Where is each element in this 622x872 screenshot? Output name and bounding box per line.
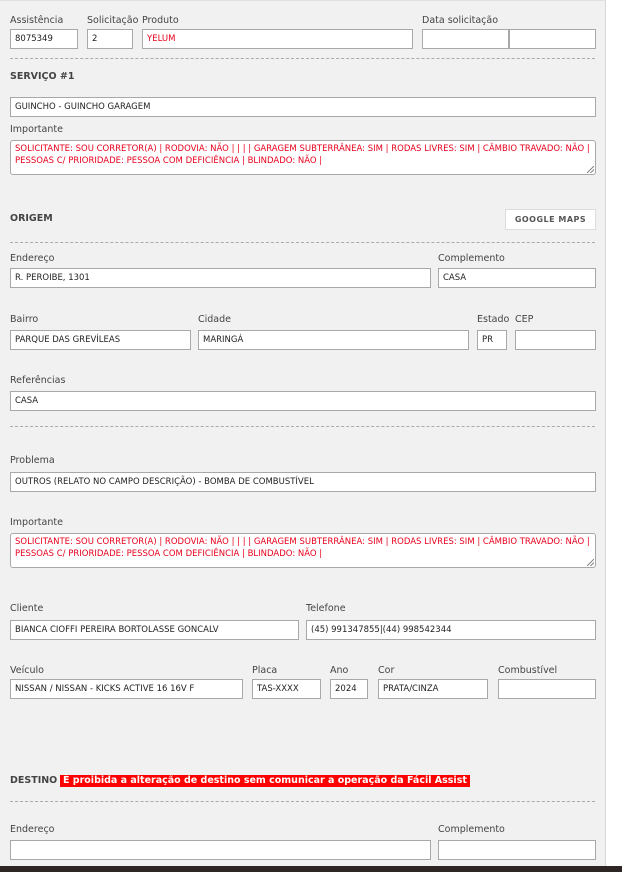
placa-field[interactable]: TAS-XXXX bbox=[252, 679, 321, 699]
resize-handle-icon[interactable] bbox=[587, 559, 594, 566]
telefone-label: Telefone bbox=[306, 603, 346, 614]
cor-field[interactable]: PRATA/CINZA bbox=[378, 679, 488, 699]
bairro-field[interactable]: PARQUE DAS GREVÍLEAS bbox=[10, 330, 191, 350]
destino-warning: É proibida a alteração de destino sem co… bbox=[60, 775, 470, 787]
referencias-field[interactable]: CASA bbox=[10, 391, 596, 411]
origem-endereco-label: Endereço bbox=[10, 253, 55, 264]
problema-importante-textarea[interactable]: SOLICITANTE: SOU CORRETOR(A) | RODOVIA: … bbox=[10, 533, 596, 568]
cidade-label: Cidade bbox=[198, 314, 231, 325]
data-solicitacao-label: Data solicitação bbox=[422, 15, 499, 26]
estado-label: Estado bbox=[477, 314, 510, 325]
destino-endereco-label: Endereço bbox=[10, 824, 55, 835]
cidade-field[interactable]: MARINGÁ bbox=[198, 330, 469, 350]
problema-importante-label: Importante bbox=[10, 517, 63, 528]
cep-label: CEP bbox=[515, 314, 534, 325]
placa-label: Placa bbox=[252, 665, 278, 676]
referencias-label: Referências bbox=[10, 375, 66, 386]
origem-title: ORIGEM bbox=[10, 213, 53, 224]
produto-label: Produto bbox=[142, 15, 179, 26]
assistencia-label: Assistência bbox=[10, 15, 64, 26]
importante-text: SOLICITANTE: SOU CORRETOR(A) | RODOVIA: … bbox=[15, 144, 590, 166]
combustivel-label: Combustível bbox=[498, 665, 558, 676]
estado-field[interactable]: PR bbox=[477, 330, 507, 350]
produto-field[interactable]: YELUM bbox=[142, 29, 413, 49]
destino-complemento-field[interactable] bbox=[438, 840, 596, 860]
divider bbox=[10, 801, 595, 802]
origem-complemento-label: Complemento bbox=[438, 253, 505, 264]
destino-complemento-label: Complemento bbox=[438, 824, 505, 835]
cep-field[interactable] bbox=[515, 330, 596, 350]
problema-importante-text: SOLICITANTE: SOU CORRETOR(A) | RODOVIA: … bbox=[15, 537, 590, 559]
destino-title: DESTINO bbox=[10, 775, 58, 786]
divider bbox=[10, 58, 595, 59]
google-maps-button[interactable]: GOOGLE MAPS bbox=[505, 209, 596, 230]
telefone-field[interactable]: (45) 991347855|(44) 998542344 bbox=[306, 620, 596, 640]
problema-field[interactable]: OUTROS (RELATO NO CAMPO DESCRIÇÃO) - BOM… bbox=[10, 472, 596, 492]
divider bbox=[10, 426, 595, 427]
servico-field[interactable]: GUINCHO - GUINCHO GARAGEM bbox=[10, 97, 596, 117]
data-solicitacao-date-field[interactable] bbox=[422, 29, 509, 49]
importante-label: Importante bbox=[10, 124, 63, 135]
resize-handle-icon[interactable] bbox=[587, 166, 594, 173]
divider bbox=[10, 242, 595, 243]
problema-label: Problema bbox=[10, 455, 55, 466]
servico-title: SERVIÇO #1 bbox=[10, 71, 75, 82]
importante-textarea[interactable]: SOLICITANTE: SOU CORRETOR(A) | RODOVIA: … bbox=[10, 140, 596, 175]
cliente-field[interactable]: BIANCA CIOFFI PEREIRA BORTOLASSE GONCALV bbox=[10, 620, 299, 640]
solicitacao-field[interactable]: 2 bbox=[87, 29, 133, 49]
cor-label: Cor bbox=[378, 665, 395, 676]
origem-complemento-field[interactable]: CASA bbox=[438, 268, 596, 288]
data-solicitacao-time-field[interactable] bbox=[509, 29, 596, 49]
form-panel bbox=[0, 0, 606, 867]
ano-field[interactable]: 2024 bbox=[330, 679, 368, 699]
assistencia-field[interactable]: 8075349 bbox=[10, 29, 78, 49]
bairro-label: Bairro bbox=[10, 314, 39, 325]
destino-endereco-field[interactable] bbox=[10, 840, 431, 860]
veiculo-field[interactable]: NISSAN / NISSAN - KICKS ACTIVE 16 16V F bbox=[10, 679, 243, 699]
veiculo-label: Veículo bbox=[10, 665, 44, 676]
combustivel-field[interactable] bbox=[498, 679, 596, 699]
origem-endereco-field[interactable]: R. PEROIBE, 1301 bbox=[10, 268, 431, 288]
cliente-label: Cliente bbox=[10, 603, 44, 614]
taskbar bbox=[0, 866, 622, 872]
ano-label: Ano bbox=[330, 665, 349, 676]
solicitacao-label: Solicitação bbox=[87, 15, 139, 26]
